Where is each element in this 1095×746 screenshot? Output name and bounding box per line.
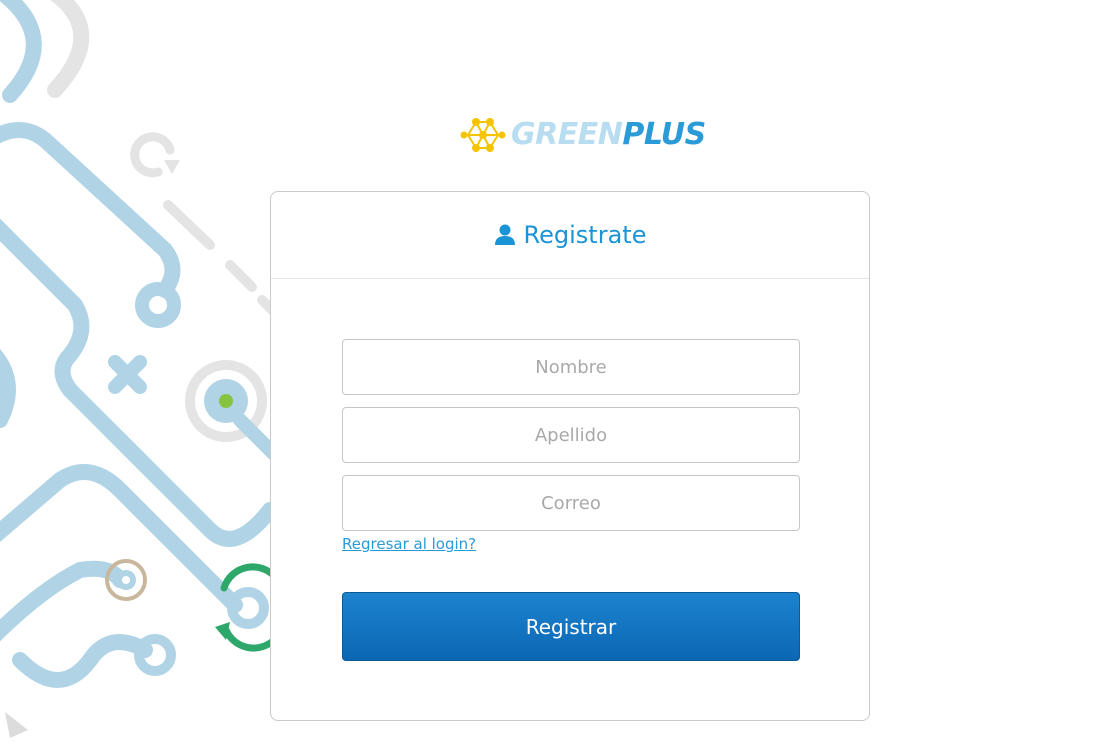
register-button[interactable]: Registrar <box>342 592 800 661</box>
apellido-input[interactable] <box>342 407 800 463</box>
nombre-input[interactable] <box>342 339 800 395</box>
brand-name-plus: PLUS <box>622 117 706 152</box>
page-title: Registrate <box>523 221 647 249</box>
correo-input[interactable] <box>342 475 800 531</box>
back-to-login-link[interactable]: Regresar al login? <box>342 535 476 553</box>
registration-card: Registrate Regresar al login? Registrar <box>270 191 870 721</box>
brand-name: GREENPLUS <box>511 115 706 155</box>
greenplus-logo-icon <box>460 118 506 152</box>
brand-logo: GREENPLUS <box>460 114 706 156</box>
card-title: Registrate <box>494 221 647 249</box>
card-header: Registrate <box>271 192 869 279</box>
registration-page: GREENPLUS Registrate Regresar al login? … <box>0 0 1095 746</box>
background-circuit-art <box>0 0 282 738</box>
brand-name-green: GREEN <box>511 117 623 152</box>
user-icon <box>494 224 515 245</box>
